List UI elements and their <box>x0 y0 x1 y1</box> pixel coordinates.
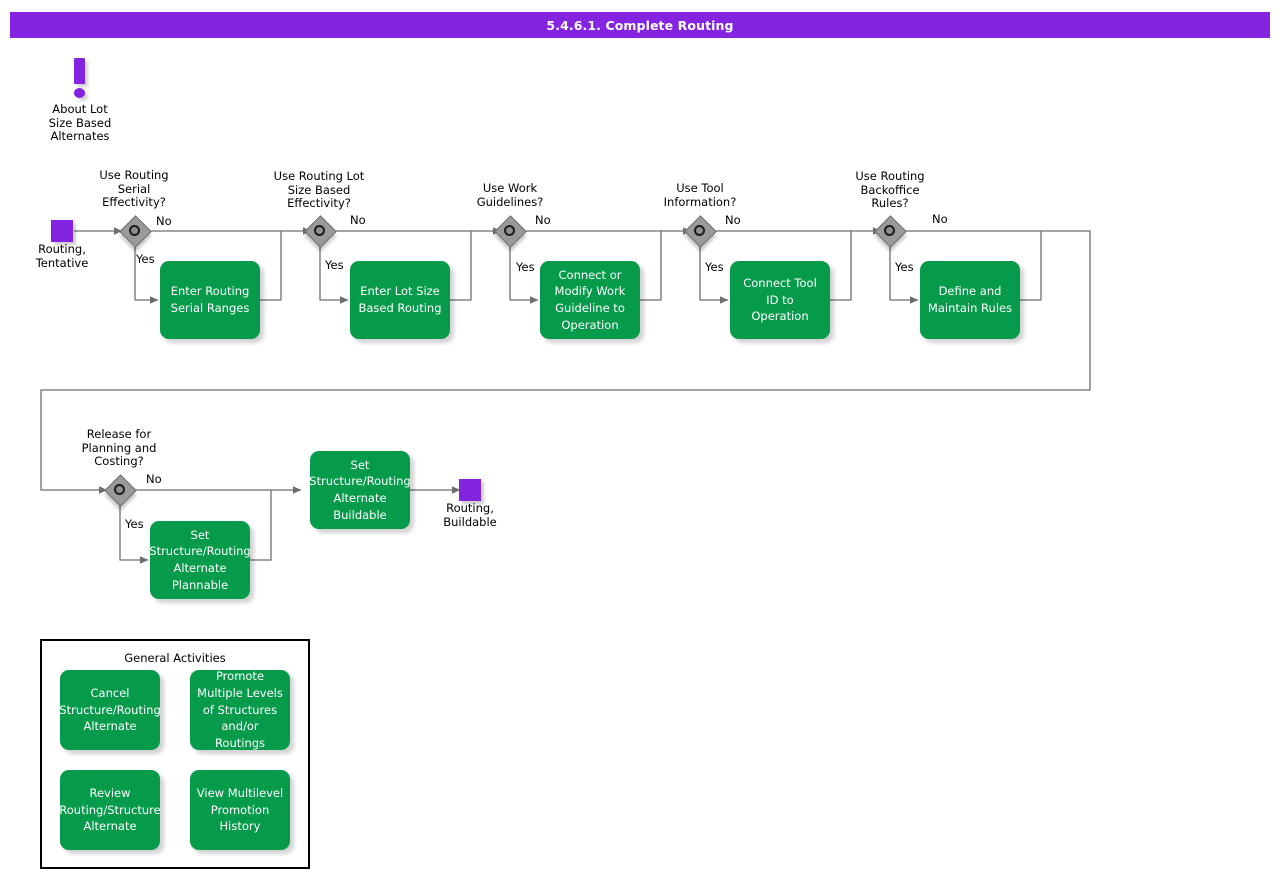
activity-label: Promote Multiple Levels of Structures an… <box>196 668 284 751</box>
activity-label: Connect Tool ID to Operation <box>736 275 824 325</box>
decision-circle-icon <box>504 225 515 236</box>
activity-define-and-maintain-rules[interactable]: Define and Maintain Rules <box>920 261 1020 339</box>
decision-use-routing-lot-size-based-effectivity-label: Use Routing Lot Size Based Effectivity? <box>259 170 379 211</box>
decision-release-for-planning-and-costing[interactable] <box>105 475 135 505</box>
activity-label: Cancel Structure/Routing Alternate <box>59 685 160 735</box>
decision-circle-icon <box>694 225 705 236</box>
activity-set-structure-routing-alternate-plannable[interactable]: Set Structure/Routing Alternate Plannabl… <box>150 521 250 599</box>
activity-view-multilevel-promotion-history[interactable]: View Multilevel Promotion History <box>190 770 290 850</box>
activity-promote-multiple-levels-of-structures-and-or-routings[interactable]: Promote Multiple Levels of Structures an… <box>190 670 290 750</box>
general-activities-title: General Activities <box>42 651 308 665</box>
activity-label: View Multilevel Promotion History <box>196 785 284 835</box>
edge-a4-merge <box>830 231 851 300</box>
activity-connect-tool-id-to-operation[interactable]: Connect Tool ID to Operation <box>730 261 830 339</box>
activity-label: Connect or Modify Work Guideline to Oper… <box>546 267 634 334</box>
decision-use-routing-backoffice-rules-label: Use Routing Backoffice Rules? <box>830 170 950 211</box>
decision-use-tool-information-label: Use Tool Information? <box>640 182 760 209</box>
state-routing-buildable[interactable] <box>459 479 481 501</box>
activity-enter-lot-size-based-routing[interactable]: Enter Lot Size Based Routing <box>350 261 450 339</box>
activity-label: Enter Lot Size Based Routing <box>356 283 444 316</box>
note-bar <box>74 58 85 84</box>
activity-cancel-structure-routing-alternate[interactable]: Cancel Structure/Routing Alternate <box>60 670 160 750</box>
edge-label-d1-no: No <box>156 214 172 228</box>
activity-label: Set Structure/Routing Alternate Plannabl… <box>149 527 250 594</box>
activity-label: Define and Maintain Rules <box>926 283 1014 316</box>
decision-use-work-guidelines[interactable] <box>495 216 525 246</box>
note-dot <box>74 88 85 98</box>
decision-use-routing-serial-effectivity-label: Use Routing Serial Effectivity? <box>74 169 194 210</box>
edge-label-d6-yes: Yes <box>125 517 144 531</box>
decision-release-for-planning-and-costing-label: Release for Planning and Costing? <box>59 428 179 469</box>
decision-use-tool-information[interactable] <box>685 216 715 246</box>
decision-circle-icon <box>884 225 895 236</box>
exclamation-note-icon <box>74 58 85 98</box>
activity-review-routing-structure-alternate[interactable]: Review Routing/Structure Alternate <box>60 770 160 850</box>
activity-set-structure-routing-alternate-buildable[interactable]: Set Structure/Routing Alternate Buildabl… <box>310 451 410 529</box>
edge-label-d2-no: No <box>350 213 366 227</box>
note-label: About Lot Size Based Alternates <box>20 103 140 144</box>
activity-connect-or-modify-work-guideline-to-operation[interactable]: Connect or Modify Work Guideline to Oper… <box>540 261 640 339</box>
decision-use-routing-lot-size-based-effectivity[interactable] <box>305 216 335 246</box>
decision-use-routing-backoffice-rules[interactable] <box>875 216 905 246</box>
edge-a2-merge <box>450 231 471 300</box>
decision-use-work-guidelines-label: Use Work Guidelines? <box>450 182 570 209</box>
edge-label-d4-yes: Yes <box>705 260 724 274</box>
state-routing-tentative-label: Routing, Tentative <box>9 243 115 270</box>
edge-a3-merge <box>640 231 661 300</box>
edge-label-d4-no: No <box>725 213 741 227</box>
decision-circle-icon <box>114 484 125 495</box>
page-title-bar: 5.4.6.1. Complete Routing <box>10 12 1270 38</box>
activity-label: Review Routing/Structure Alternate <box>59 785 160 835</box>
edge-label-d3-yes: Yes <box>516 260 535 274</box>
state-routing-buildable-label: Routing, Buildable <box>417 502 523 529</box>
decision-circle-icon <box>129 225 140 236</box>
state-routing-tentative[interactable] <box>51 220 73 242</box>
edge-label-d5-yes: Yes <box>895 260 914 274</box>
edge-label-d1-yes: Yes <box>136 252 155 266</box>
edge-a1-merge <box>260 231 281 300</box>
activity-enter-routing-serial-ranges[interactable]: Enter Routing Serial Ranges <box>160 261 260 339</box>
edge-label-d3-no: No <box>535 213 551 227</box>
edge-a5-merge <box>1020 231 1041 300</box>
edge-label-d2-yes: Yes <box>325 258 344 272</box>
edge-label-d6-no: No <box>146 472 162 486</box>
activity-label: Enter Routing Serial Ranges <box>166 283 254 316</box>
decision-circle-icon <box>314 225 325 236</box>
page-title: 5.4.6.1. Complete Routing <box>546 18 733 33</box>
edge-d6-yes <box>120 504 148 560</box>
decision-use-routing-serial-effectivity[interactable] <box>120 216 150 246</box>
activity-label: Set Structure/Routing Alternate Buildabl… <box>309 457 410 524</box>
edge-a6-merge <box>250 490 271 560</box>
edge-d2-yes <box>320 245 348 300</box>
edge-label-d5-no: No <box>932 212 948 226</box>
